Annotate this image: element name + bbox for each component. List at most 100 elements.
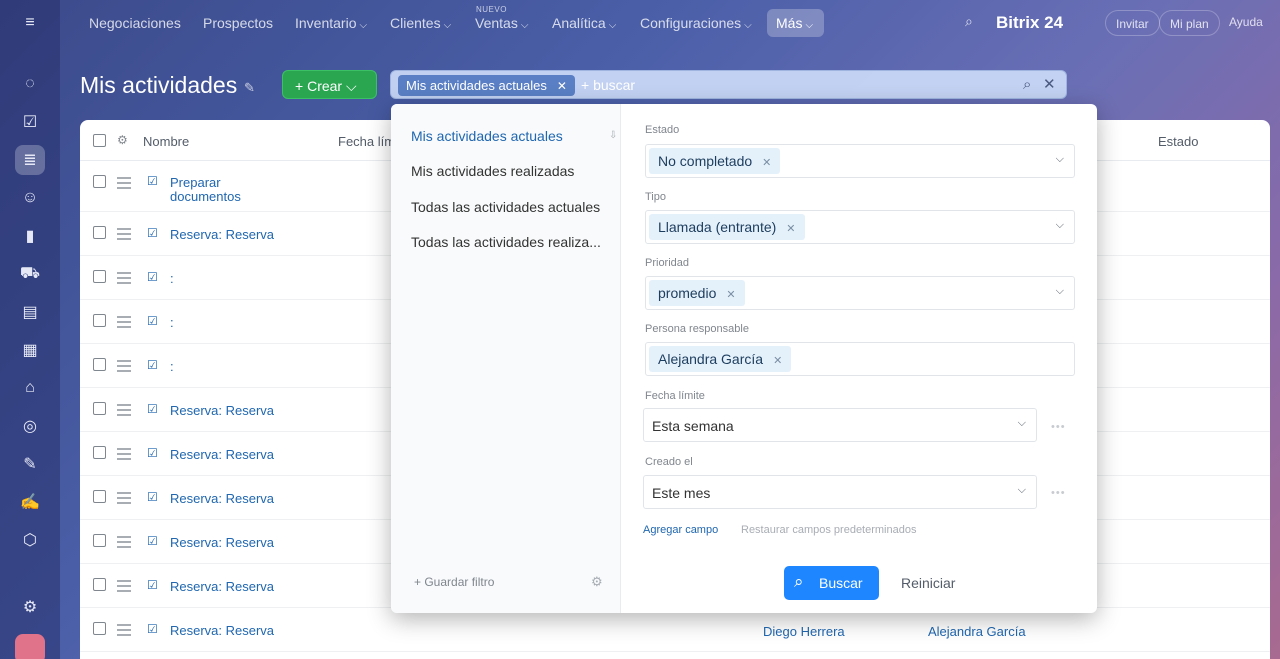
row-menu-icon[interactable] (117, 404, 131, 419)
tipo-field[interactable]: Llamada (entrante) ✕ ⌵ (645, 210, 1075, 244)
chevron-down-icon[interactable]: ⌵ (1056, 285, 1064, 298)
responsible-cell[interactable]: Diego Herrera (763, 624, 845, 639)
chevron-down-icon[interactable]: ⌵ (1018, 484, 1026, 497)
close-icon[interactable]: ✕ (726, 289, 735, 301)
row-menu-icon[interactable] (117, 177, 131, 192)
column-fecha[interactable]: Fecha lím (338, 134, 395, 149)
row-menu-icon[interactable] (117, 536, 131, 551)
nav-configuraciones[interactable]: Configuraciones ⌵ (640, 15, 752, 31)
row-menu-icon[interactable] (117, 580, 131, 595)
activity-name[interactable]: : (170, 272, 174, 286)
nav-mas[interactable]: Más ⌵ (767, 9, 824, 37)
row-menu-icon[interactable] (117, 448, 131, 463)
row-checkbox[interactable] (93, 622, 106, 635)
search-input[interactable]: + buscar (581, 77, 635, 93)
persona-field[interactable]: Alejandra García ✕ (645, 342, 1075, 376)
activity-name[interactable]: Preparar documentos (170, 176, 260, 204)
save-filter-button[interactable]: + Guardar filtro (414, 575, 494, 589)
creado-select[interactable]: Este mes ⌵ (643, 475, 1037, 509)
row-checkbox[interactable] (93, 358, 106, 371)
activity-name[interactable]: Reserva: Reserva (170, 448, 274, 462)
gear-icon[interactable]: ⚙ (591, 574, 603, 590)
store-icon[interactable]: ⌂ (15, 373, 45, 403)
close-icon[interactable]: ✕ (773, 355, 782, 367)
close-icon[interactable]: ✕ (557, 79, 567, 93)
chevron-down-icon[interactable]: ⌵ (1056, 219, 1064, 232)
calendar-icon[interactable]: ▦ (15, 335, 45, 365)
row-checkbox[interactable] (93, 402, 106, 415)
row-checkbox[interactable] (93, 175, 106, 188)
activity-name[interactable]: Reserva: Reserva (170, 228, 274, 242)
activity-name[interactable]: Reserva: Reserva (170, 536, 274, 550)
more-icon[interactable]: ••• (1051, 421, 1066, 433)
select-all-checkbox[interactable] (93, 134, 106, 147)
add-field-link[interactable]: Agregar campo (643, 524, 718, 536)
sign-icon[interactable]: ✍ (15, 487, 45, 517)
row-checkbox[interactable] (93, 270, 106, 283)
crm-filter-icon[interactable]: ≣ (15, 145, 45, 175)
column-nombre[interactable]: Nombre (143, 134, 189, 149)
robot-icon[interactable]: ☺ (15, 183, 45, 213)
close-icon[interactable]: ✕ (1043, 75, 1056, 93)
pin-icon[interactable]: ⇩ (609, 130, 617, 141)
activity-name[interactable]: Reserva: Reserva (170, 492, 274, 506)
preset-done[interactable]: Mis actividades realizadas (411, 163, 574, 179)
activity-name[interactable]: Reserva: Reserva (170, 580, 274, 594)
search-icon[interactable]: ⌕ (1023, 76, 1031, 93)
row-menu-icon[interactable] (117, 492, 131, 507)
row-checkbox[interactable] (93, 226, 106, 239)
fecha-select[interactable]: Esta semana ⌵ (643, 408, 1037, 442)
preset-current[interactable]: Mis actividades actuales (411, 128, 563, 144)
nav-ventas[interactable]: Ventas ⌵ (475, 15, 528, 31)
search-button[interactable]: ⌕ Buscar (784, 566, 879, 600)
search-icon[interactable]: ⌕ (965, 13, 973, 30)
row-menu-icon[interactable] (117, 228, 131, 243)
row-checkbox[interactable] (93, 446, 106, 459)
box-icon[interactable]: ⬡ (15, 525, 45, 555)
invite-button[interactable]: Invitar (1105, 10, 1160, 36)
nav-prospectos[interactable]: Prospectos (203, 15, 273, 31)
row-menu-icon[interactable] (117, 360, 131, 375)
settings-icon[interactable]: ⚙ (15, 592, 45, 622)
pin-icon[interactable]: ✎ (244, 80, 255, 96)
analytics-icon[interactable]: ▮ (15, 221, 45, 251)
search-bar[interactable]: Mis actividades actuales ✕ + buscar ⌕ ✕ (390, 70, 1067, 99)
help-link[interactable]: Ayuda (1229, 15, 1263, 29)
my-plan-button[interactable]: Mi plan (1159, 10, 1220, 36)
activity-stream-icon[interactable]: ◌ (15, 69, 45, 99)
chevron-down-icon[interactable]: ⌵ (1056, 153, 1064, 166)
nav-negociaciones[interactable]: Negociaciones (89, 15, 181, 31)
activity-name[interactable]: : (170, 360, 174, 374)
nav-clientes[interactable]: Clientes ⌵ (390, 15, 451, 31)
contacts-icon[interactable]: ▤ (15, 297, 45, 327)
row-menu-icon[interactable] (117, 272, 131, 287)
nav-analitica[interactable]: Analítica ⌵ (552, 15, 616, 31)
chevron-down-icon[interactable]: ⌵ (1018, 417, 1026, 430)
nav-inventario[interactable]: Inventario ⌵ (295, 15, 367, 31)
activity-name[interactable]: Reserva: Reserva (170, 624, 274, 638)
prioridad-field[interactable]: promedio ✕ ⌵ (645, 276, 1075, 310)
restore-fields-link[interactable]: Restaurar campos predeterminados (741, 524, 916, 536)
row-checkbox[interactable] (93, 578, 106, 591)
close-icon[interactable]: ✕ (786, 223, 795, 235)
row-checkbox[interactable] (93, 534, 106, 547)
tasks-icon[interactable]: ☑ (15, 107, 45, 137)
preset-all-done[interactable]: Todas las actividades realiza... (411, 234, 601, 250)
row-menu-icon[interactable] (117, 316, 131, 331)
row-checkbox[interactable] (93, 490, 106, 503)
close-icon[interactable]: ✕ (762, 157, 771, 169)
cart-icon[interactable]: ⛟ (15, 259, 45, 289)
more-icon[interactable]: ••• (1051, 487, 1066, 499)
activity-name[interactable]: : (170, 316, 174, 330)
gear-icon[interactable]: ⚙ (117, 133, 128, 147)
menu-icon[interactable]: ≡ (15, 8, 45, 38)
create-button[interactable]: + Crear ⌵ (282, 70, 377, 99)
preset-all-current[interactable]: Todas las actividades actuales (411, 199, 600, 215)
row-checkbox[interactable] (93, 314, 106, 327)
reset-button[interactable]: Reiniciar (901, 575, 955, 591)
activity-name[interactable]: Reserva: Reserva (170, 404, 274, 418)
column-estado[interactable]: Estado (1158, 134, 1198, 149)
document-icon[interactable]: ✎ (15, 449, 45, 479)
active-filter-chip[interactable]: Mis actividades actuales ✕ (398, 75, 575, 96)
estado-field[interactable]: No completado ✕ ⌵ (645, 144, 1075, 178)
